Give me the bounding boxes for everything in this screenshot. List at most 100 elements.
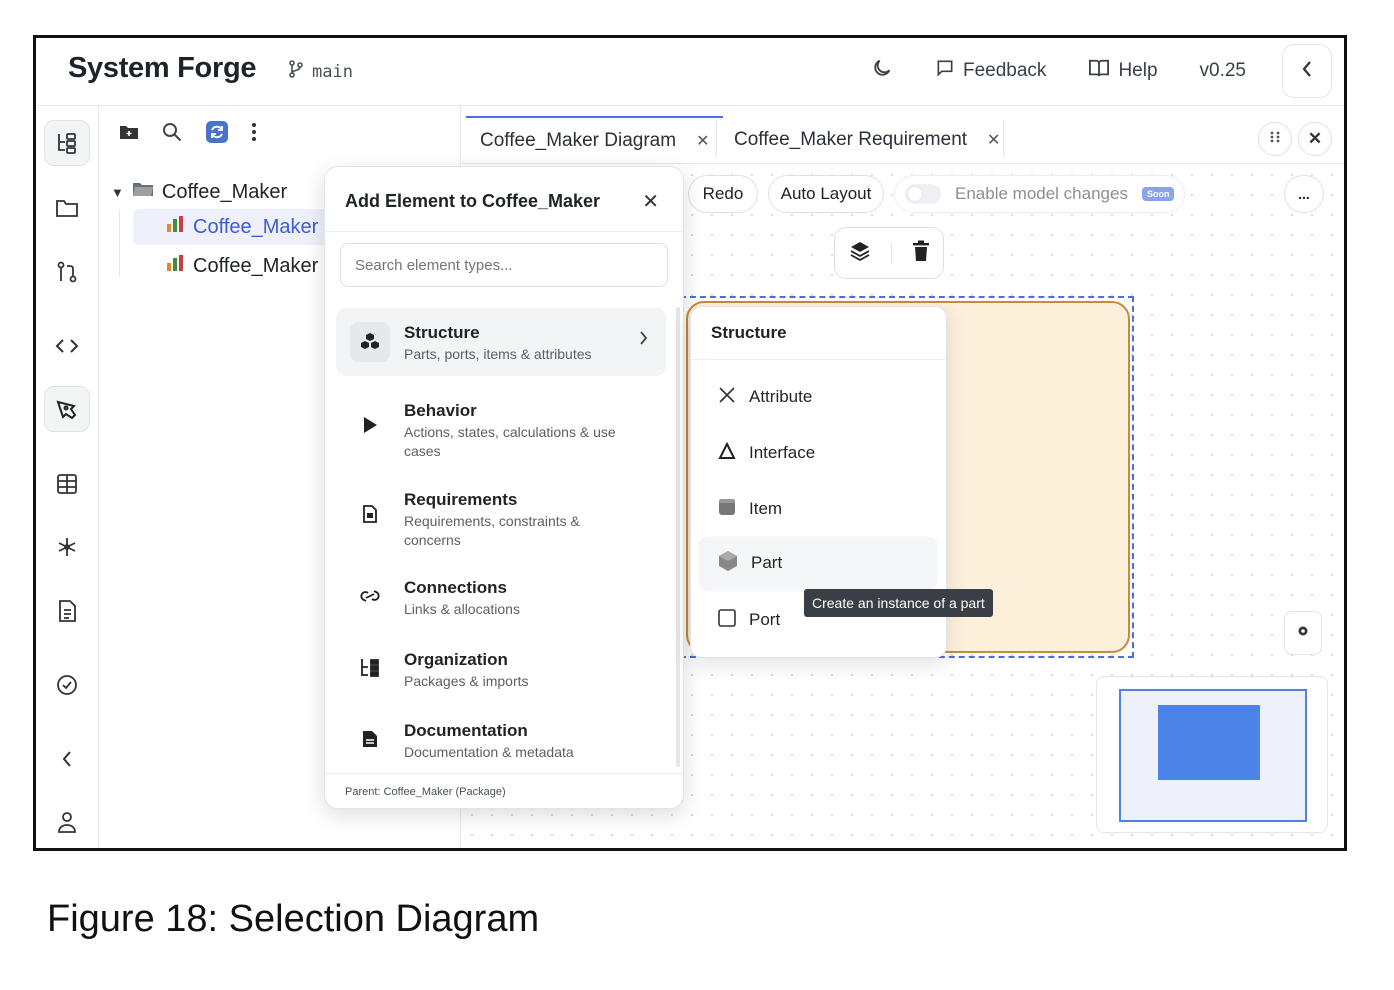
category-requirements[interactable]: Requirements Requirements, constraints &… — [336, 477, 666, 551]
refresh-icon[interactable] — [205, 120, 229, 149]
branch-indicator[interactable]: main — [288, 60, 353, 83]
gear-icon — [1297, 624, 1309, 642]
clipboard-icon — [350, 494, 390, 534]
cubes-icon — [350, 322, 390, 362]
top-bar: System Forge main Feedback Help v0.25 — [36, 38, 1344, 106]
category-title: Documentation — [404, 721, 528, 740]
minimap[interactable] — [1096, 676, 1328, 833]
figure-caption: Figure 18: Selection Diagram — [47, 898, 540, 940]
dialog-footer: Parent: Coffee_Maker (Package) — [345, 786, 506, 798]
feedback-button[interactable]: Feedback — [935, 58, 1046, 84]
layers-icon[interactable] — [849, 240, 871, 267]
close-tab-icon[interactable]: ✕ — [987, 130, 1000, 150]
close-dialog-icon[interactable]: ✕ — [642, 189, 659, 214]
redo-button[interactable]: Redo — [688, 175, 758, 213]
document-icon — [350, 719, 390, 759]
theme-toggle-button[interactable] — [871, 57, 893, 85]
enable-model-changes-toggle[interactable]: Enable model changes Soon — [894, 175, 1186, 213]
user-icon[interactable] — [44, 799, 90, 845]
close-all-tabs-button[interactable]: ✕ — [1298, 122, 1332, 156]
app-title: System Forge — [68, 52, 257, 84]
help-label: Help — [1118, 60, 1158, 81]
menu-item-label: Part — [751, 553, 783, 572]
menu-item-label: Port — [749, 610, 781, 629]
menu-item-interface[interactable]: Interface — [699, 427, 937, 479]
tab-divider — [1003, 120, 1004, 156]
book-icon — [1088, 58, 1110, 84]
menu-item-attribute[interactable]: Attribute — [699, 371, 937, 423]
chart-icon — [165, 214, 185, 240]
hierarchy-icon — [350, 648, 390, 688]
close-icon: ✕ — [1307, 129, 1323, 148]
menu-item-item[interactable]: Item — [699, 483, 937, 535]
submenu-title: Structure — [711, 323, 787, 342]
divider — [691, 359, 946, 360]
more-options-button[interactable]: ... — [1284, 175, 1324, 213]
explorer-toolbar — [119, 120, 257, 149]
model-tree-icon[interactable] — [44, 120, 90, 166]
moon-icon — [871, 57, 893, 85]
more-vertical-icon[interactable] — [251, 122, 257, 147]
tab-label: Coffee_Maker Requirement — [734, 129, 968, 150]
feedback-label: Feedback — [962, 60, 1047, 81]
menu-item-label: Item — [749, 499, 783, 518]
expand-caret-icon[interactable]: ▼ — [111, 185, 124, 200]
trash-icon[interactable] — [912, 240, 930, 267]
branch-name: main — [312, 61, 353, 82]
dialog-title: Add Element to Coffee_Maker — [345, 191, 601, 211]
help-button[interactable]: Help — [1088, 58, 1158, 84]
cube-icon — [717, 550, 739, 577]
triangle-icon — [717, 441, 737, 465]
split-view-button[interactable] — [1258, 122, 1292, 156]
toggle-label: Enable model changes — [955, 184, 1128, 203]
table-icon[interactable] — [44, 461, 90, 507]
chart-icon — [165, 253, 185, 279]
auto-layout-button[interactable]: Auto Layout — [768, 175, 884, 213]
tab-diagram[interactable]: Coffee_Maker Diagram ✕ — [466, 116, 724, 164]
diagram-pen-icon[interactable] — [44, 386, 90, 432]
menu-item-label: Interface — [749, 443, 816, 462]
activity-rail — [36, 106, 99, 848]
new-folder-icon[interactable] — [119, 123, 139, 146]
chevron-right-icon — [639, 329, 648, 352]
part-tooltip: Create an instance of a part — [804, 589, 993, 617]
soon-badge: Soon — [1141, 187, 1175, 201]
category-structure[interactable]: Structure Parts, ports, items & attribut… — [336, 308, 666, 376]
menu-item-part[interactable]: Part — [699, 537, 937, 589]
tab-divider — [716, 120, 717, 156]
tree-item-diagram[interactable]: Coffee_Maker — [165, 250, 318, 282]
code-icon[interactable] — [44, 323, 90, 369]
tab-requirement[interactable]: Coffee_Maker Requirement ✕ — [720, 116, 1014, 164]
version-label: v0.25 — [1199, 60, 1246, 81]
dialog-scrollbar[interactable] — [676, 307, 680, 767]
tree-item-label: Coffee_Maker — [161, 180, 288, 203]
tree-item-package[interactable]: ▼ Coffee_Maker — [111, 177, 287, 207]
toggle-switch[interactable] — [905, 184, 941, 204]
collapse-rail-icon[interactable] — [44, 736, 90, 782]
collapse-panel-button[interactable] — [1282, 44, 1332, 98]
play-icon — [350, 405, 390, 445]
category-behavior[interactable]: Behavior Actions, states, calculations &… — [336, 387, 666, 463]
tree-guide — [119, 209, 120, 277]
x-icon — [717, 385, 737, 410]
network-icon[interactable] — [44, 524, 90, 570]
category-title: Organization — [404, 650, 508, 669]
category-description: Links & allocations — [404, 601, 520, 617]
folder-icon[interactable] — [44, 185, 90, 231]
menu-item-label: Attribute — [749, 387, 813, 406]
divider — [325, 773, 683, 774]
document-icon[interactable] — [44, 588, 90, 634]
category-documentation[interactable]: Documentation Documentation & metadata — [336, 710, 666, 768]
close-tab-icon[interactable]: ✕ — [696, 131, 709, 151]
settings-button[interactable] — [1284, 611, 1322, 655]
git-compare-icon[interactable] — [44, 249, 90, 295]
grip-icon — [1269, 130, 1281, 148]
check-circle-icon[interactable] — [44, 662, 90, 708]
element-search-input[interactable] — [340, 243, 668, 287]
category-connections[interactable]: Connections Links & allocations — [336, 567, 666, 625]
node-toolbar — [834, 227, 944, 279]
toolbar-divider — [890, 242, 892, 264]
search-icon[interactable] — [161, 121, 183, 148]
category-description: Packages & imports — [404, 673, 529, 689]
category-organization[interactable]: Organization Packages & imports — [336, 639, 666, 697]
